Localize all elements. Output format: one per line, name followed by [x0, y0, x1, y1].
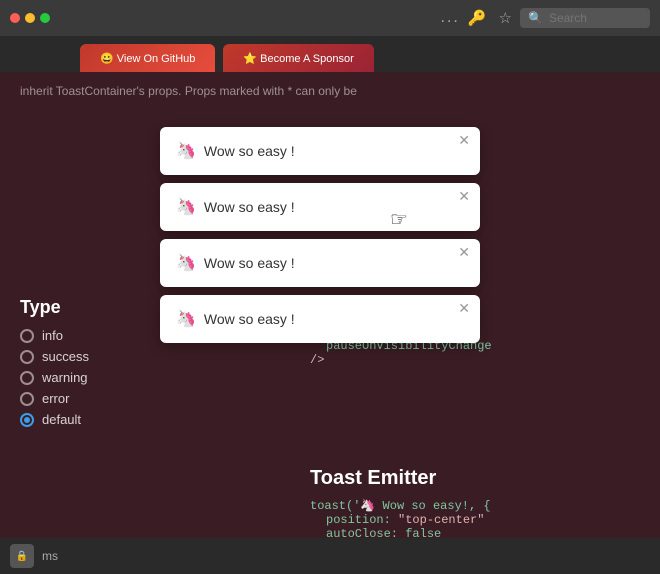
radio-success[interactable]: [20, 350, 34, 364]
radio-item-default[interactable]: default: [20, 412, 89, 427]
radio-info[interactable]: [20, 329, 34, 343]
radio-item-warning[interactable]: warning: [20, 370, 89, 385]
toast-container: 🦄 Wow so easy ! ✕ 🦄 Wow so easy ! ✕ 🦄 Wo…: [160, 127, 480, 343]
bg-text-line: inherit ToastContainer's props. Props ma…: [20, 82, 640, 101]
more-options-icon[interactable]: ...: [441, 9, 460, 27]
radio-warning[interactable]: [20, 371, 34, 385]
main-content: inherit ToastContainer's props. Props ma…: [0, 72, 660, 574]
type-label: Type: [20, 297, 89, 318]
radio-info-label: info: [42, 328, 63, 343]
radio-default[interactable]: [20, 413, 34, 427]
toast-1-close[interactable]: ✕: [458, 133, 470, 147]
bookmark-icon[interactable]: ☆: [499, 9, 512, 27]
radio-item-error[interactable]: error: [20, 391, 89, 406]
code-tag-close: />: [310, 353, 640, 367]
toast-code-line2: position: "top-center": [310, 513, 640, 527]
radio-error-label: error: [42, 391, 69, 406]
tab-github-label: 😀 View On GitHub: [100, 52, 195, 65]
type-section: Type info success warning error default: [0, 297, 109, 427]
toast-emitter-title: Toast Emitter: [310, 467, 640, 490]
toast-2-close[interactable]: ✕: [458, 189, 470, 203]
ms-label: ms: [42, 549, 58, 563]
toast-3-text: Wow so easy !: [204, 255, 295, 271]
browser-action-icons: 🔑 ☆: [468, 9, 512, 27]
lock-icon: 🔒: [10, 544, 34, 568]
toast-2-text: Wow so easy !: [204, 199, 295, 215]
radio-item-success[interactable]: success: [20, 349, 89, 364]
radio-warning-label: warning: [42, 370, 88, 385]
toast-2-emoji: 🦄: [176, 197, 196, 217]
search-icon: 🔍: [528, 11, 543, 25]
radio-success-label: success: [42, 349, 89, 364]
tab-star-label: ⭐ Become A Sponsor: [243, 52, 353, 65]
toast-4-close[interactable]: ✕: [458, 301, 470, 315]
window-controls: [10, 13, 50, 23]
toast-1-emoji: 🦄: [176, 141, 196, 161]
browser-chrome: ... 🔑 ☆ 🔍: [0, 0, 660, 36]
toast-2: 🦄 Wow so easy ! ✕: [160, 183, 480, 231]
toast-3-close[interactable]: ✕: [458, 245, 470, 259]
toast-4-text: Wow so easy !: [204, 311, 295, 327]
toast-4: 🦄 Wow so easy ! ✕: [160, 295, 480, 343]
radio-default-label: default: [42, 412, 81, 427]
tab-star[interactable]: ⭐ Become A Sponsor: [223, 44, 373, 72]
toast-code-line1: toast('🦄 Wow so easy!, {: [310, 498, 640, 513]
tab-github[interactable]: 😀 View On GitHub: [80, 44, 215, 72]
radio-error[interactable]: [20, 392, 34, 406]
close-button[interactable]: [10, 13, 20, 23]
radio-item-info[interactable]: info: [20, 328, 89, 343]
search-bar[interactable]: 🔍: [520, 8, 650, 28]
bottom-bar: 🔒 ms: [0, 538, 660, 574]
minimize-button[interactable]: [25, 13, 35, 23]
radio-group: info success warning error default: [20, 328, 89, 427]
toast-4-emoji: 🦄: [176, 309, 196, 329]
toast-1-text: Wow so easy !: [204, 143, 295, 159]
toast-3: 🦄 Wow so easy ! ✕: [160, 239, 480, 287]
pocket-icon[interactable]: 🔑: [468, 9, 487, 27]
toast-1: 🦄 Wow so easy ! ✕: [160, 127, 480, 175]
search-input[interactable]: [549, 11, 642, 25]
maximize-button[interactable]: [40, 13, 50, 23]
tab-bar: 😀 View On GitHub ⭐ Become A Sponsor: [0, 36, 660, 72]
toast-3-emoji: 🦄: [176, 253, 196, 273]
